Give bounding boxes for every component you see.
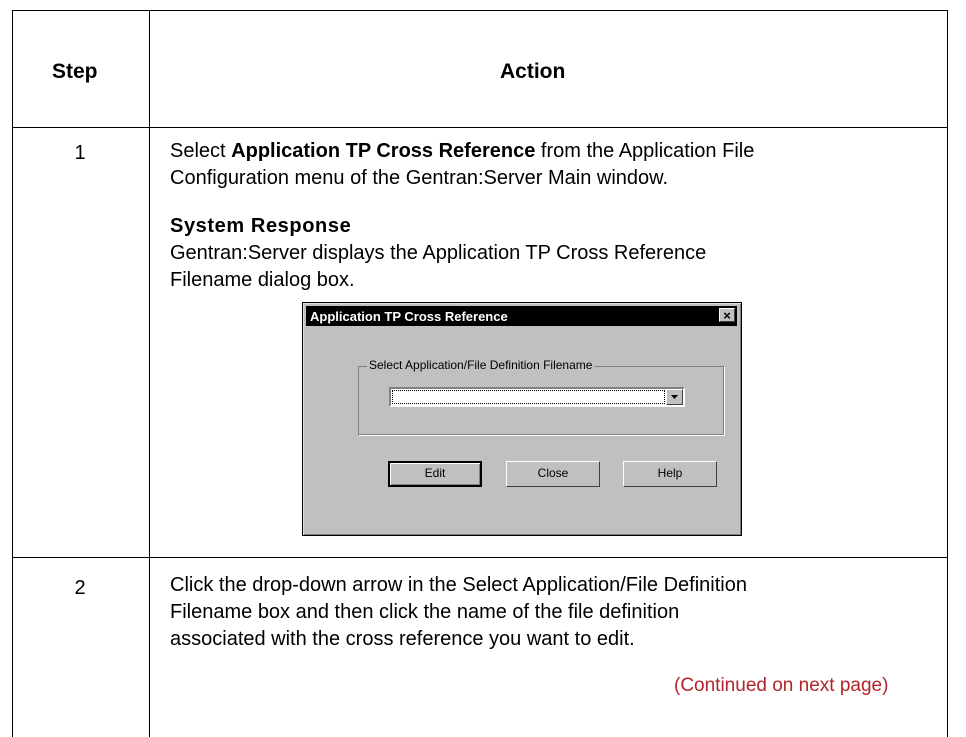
- dialog-title-bar: Application TP Cross Reference ×: [306, 306, 737, 326]
- chevron-down-icon: [671, 395, 678, 399]
- table-left-border: [12, 10, 13, 737]
- step-1-text: Select Application TP Cross Reference fr…: [170, 138, 754, 192]
- dropdown-arrow-button[interactable]: [666, 389, 683, 405]
- system-response-line-1: Gentran:Server displays the Application …: [170, 242, 707, 264]
- system-response-title: System Response: [170, 215, 352, 237]
- menu-item-name: Application TP Cross Reference: [231, 140, 536, 162]
- header-divider: [12, 127, 948, 128]
- step-2-line-2: Filename box and then click the name of …: [170, 601, 680, 623]
- step-1-line-1-post: from the Application File: [535, 140, 755, 162]
- continued-note: (Continued on next page): [674, 675, 889, 696]
- filename-dropdown-value: [392, 390, 665, 404]
- header-action: Action: [500, 60, 566, 83]
- filename-group-box: Select Application/File Definition Filen…: [358, 358, 724, 435]
- group-label: Select Application/File Definition Filen…: [367, 358, 595, 372]
- row-divider: [12, 557, 948, 558]
- close-button[interactable]: Close: [506, 461, 600, 487]
- step-1-line-2: Configuration menu of the Gentran:Server…: [170, 167, 669, 189]
- edit-button[interactable]: Edit: [388, 461, 482, 487]
- table-top-border: [12, 10, 948, 11]
- system-response-text: Gentran:Server displays the Application …: [170, 240, 706, 294]
- header-step: Step: [52, 60, 98, 83]
- step-number-2: 2: [74, 577, 86, 599]
- system-response-line-2: Filename dialog box.: [170, 269, 355, 291]
- filename-dropdown[interactable]: [389, 387, 685, 407]
- step-2-line-1: Click the drop-down arrow in the Select …: [170, 574, 747, 596]
- application-tp-cross-reference-dialog: Application TP Cross Reference × Select …: [302, 302, 742, 536]
- step-1-line-1-pre: Select: [170, 140, 232, 162]
- step-number-1: 1: [74, 142, 86, 164]
- dialog-title: Application TP Cross Reference: [310, 309, 508, 324]
- column-divider: [149, 10, 150, 737]
- step-2-text: Click the drop-down arrow in the Select …: [170, 572, 747, 653]
- table-right-border: [947, 10, 948, 737]
- close-icon[interactable]: ×: [719, 308, 735, 323]
- step-2-line-3: associated with the cross reference you …: [170, 628, 635, 650]
- step-1-line-1: Select Application TP Cross Reference fr…: [170, 138, 754, 165]
- help-button[interactable]: Help: [623, 461, 717, 487]
